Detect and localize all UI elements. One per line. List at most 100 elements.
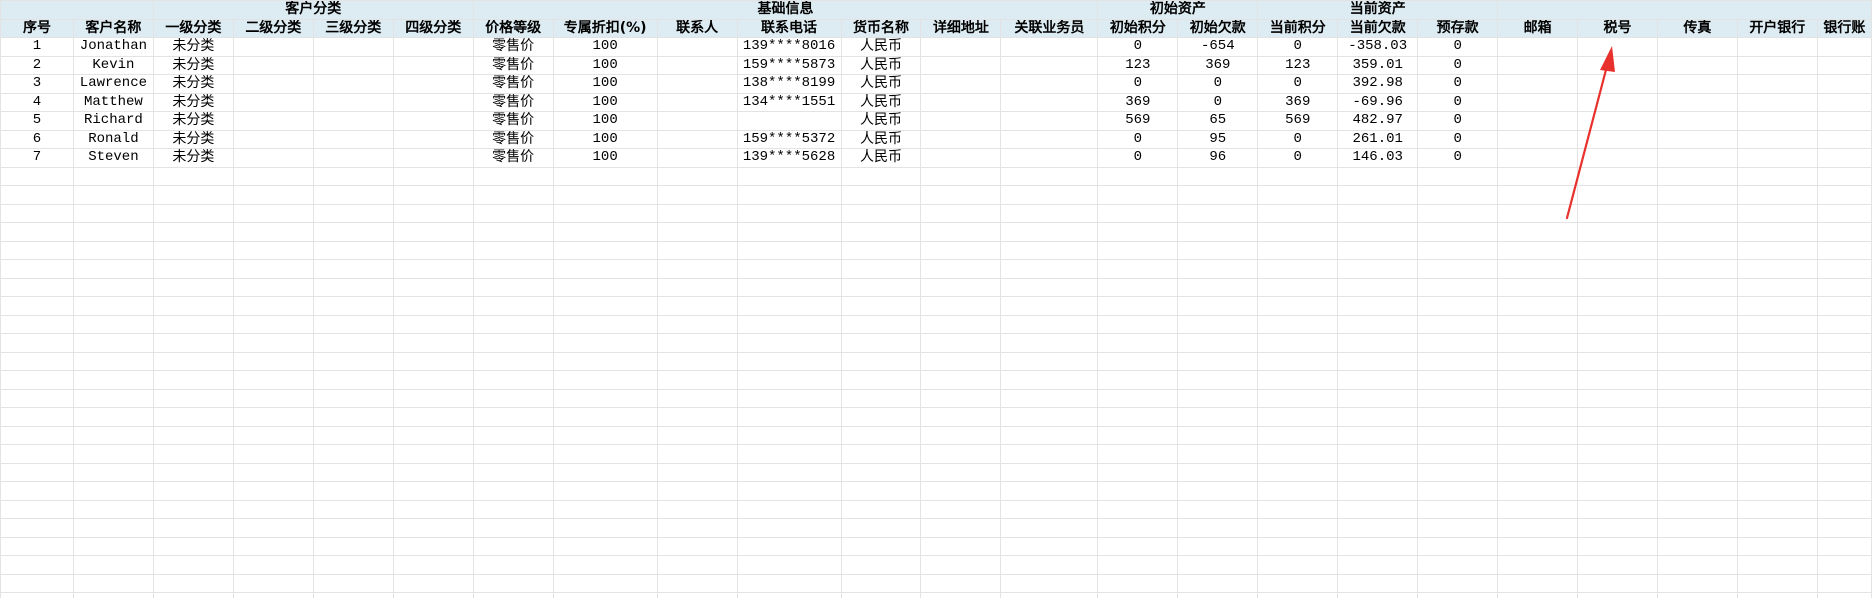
- table-cell[interactable]: [312, 425, 394, 445]
- table-cell[interactable]: [552, 462, 658, 482]
- table-cell[interactable]: [656, 166, 738, 186]
- table-cell[interactable]: [656, 74, 738, 94]
- table-cell[interactable]: [152, 444, 234, 464]
- table-cell[interactable]: [1577, 481, 1658, 501]
- table-cell[interactable]: [1257, 259, 1339, 279]
- table-cell[interactable]: [0, 481, 74, 501]
- table-cell[interactable]: [232, 259, 314, 279]
- table-cell[interactable]: [1097, 555, 1179, 575]
- table-cell[interactable]: [1497, 351, 1579, 371]
- table-cell[interactable]: [1417, 425, 1499, 445]
- table-cell[interactable]: [1497, 555, 1579, 575]
- column-header[interactable]: 专属折扣(%): [552, 18, 658, 38]
- table-cell[interactable]: 139****8016: [736, 37, 842, 57]
- table-cell[interactable]: [1656, 240, 1738, 260]
- table-cell[interactable]: 2: [0, 55, 74, 75]
- table-cell[interactable]: [1257, 166, 1339, 186]
- table-cell[interactable]: [736, 407, 842, 427]
- table-cell[interactable]: [472, 462, 554, 482]
- table-cell[interactable]: 369: [1177, 55, 1259, 75]
- table-cell[interactable]: [312, 92, 394, 112]
- table-cell[interactable]: [736, 425, 842, 445]
- table-cell[interactable]: [232, 129, 314, 149]
- table-cell[interactable]: [1177, 370, 1259, 390]
- table-cell[interactable]: 1: [0, 37, 74, 57]
- table-cell[interactable]: [920, 222, 1002, 242]
- table-cell[interactable]: 392.98: [1337, 74, 1419, 94]
- table-cell[interactable]: [552, 166, 658, 186]
- table-cell[interactable]: 100: [552, 92, 658, 112]
- table-cell[interactable]: [1577, 185, 1658, 205]
- table-cell[interactable]: [72, 555, 154, 575]
- table-cell[interactable]: [0, 203, 74, 223]
- table-cell[interactable]: [232, 536, 314, 556]
- table-cell[interactable]: [312, 351, 394, 371]
- table-cell[interactable]: [1000, 129, 1099, 149]
- table-cell[interactable]: [1497, 481, 1579, 501]
- table-cell[interactable]: [312, 592, 394, 598]
- table-cell[interactable]: [1497, 333, 1579, 353]
- table-cell[interactable]: [312, 370, 394, 390]
- table-cell[interactable]: [1417, 499, 1499, 519]
- table-cell[interactable]: [1656, 592, 1738, 598]
- table-cell[interactable]: 0: [1177, 74, 1259, 94]
- table-cell[interactable]: [1656, 536, 1738, 556]
- table-cell[interactable]: [1816, 240, 1872, 260]
- table-cell[interactable]: [1656, 481, 1738, 501]
- table-cell[interactable]: [656, 92, 738, 112]
- table-cell[interactable]: [472, 333, 554, 353]
- table-cell[interactable]: [72, 351, 154, 371]
- table-cell[interactable]: [232, 388, 314, 408]
- table-cell[interactable]: [1417, 240, 1499, 260]
- table-cell[interactable]: [0, 314, 74, 334]
- table-cell[interactable]: [232, 462, 314, 482]
- table-cell[interactable]: [1656, 555, 1738, 575]
- table-cell[interactable]: [72, 314, 154, 334]
- table-cell[interactable]: [1000, 425, 1099, 445]
- table-cell[interactable]: [840, 555, 922, 575]
- table-cell[interactable]: [152, 481, 234, 501]
- table-cell[interactable]: [1337, 240, 1419, 260]
- table-cell[interactable]: [656, 370, 738, 390]
- table-cell[interactable]: [920, 55, 1002, 75]
- table-cell[interactable]: [1577, 92, 1658, 112]
- table-cell[interactable]: 0: [1417, 55, 1499, 75]
- table-cell[interactable]: [1736, 240, 1818, 260]
- table-cell[interactable]: [1337, 462, 1419, 482]
- table-cell[interactable]: [1257, 222, 1339, 242]
- table-cell[interactable]: [72, 203, 154, 223]
- table-cell[interactable]: [472, 407, 554, 427]
- table-cell[interactable]: [1417, 277, 1499, 297]
- table-cell[interactable]: [1816, 407, 1872, 427]
- table-cell[interactable]: [152, 166, 234, 186]
- table-cell[interactable]: [1097, 259, 1179, 279]
- table-cell[interactable]: [1577, 222, 1658, 242]
- table-cell[interactable]: [552, 444, 658, 464]
- table-cell[interactable]: [312, 314, 394, 334]
- table-cell[interactable]: [1497, 592, 1579, 598]
- table-cell[interactable]: [1577, 37, 1658, 57]
- table-cell[interactable]: 123: [1097, 55, 1179, 75]
- table-cell[interactable]: [552, 555, 658, 575]
- table-cell[interactable]: [1816, 370, 1872, 390]
- table-cell[interactable]: 零售价: [472, 74, 554, 94]
- table-cell[interactable]: [1816, 499, 1872, 519]
- table-cell[interactable]: 未分类: [152, 129, 234, 149]
- table-cell[interactable]: [656, 129, 738, 149]
- table-cell[interactable]: [552, 314, 658, 334]
- table-cell[interactable]: [0, 462, 74, 482]
- table-cell[interactable]: [392, 370, 474, 390]
- table-cell[interactable]: [1417, 555, 1499, 575]
- table-cell[interactable]: [1177, 388, 1259, 408]
- table-cell[interactable]: [1337, 573, 1419, 593]
- column-header[interactable]: 一级分类: [152, 18, 234, 38]
- table-cell[interactable]: [656, 111, 738, 131]
- table-cell[interactable]: [840, 592, 922, 598]
- table-cell[interactable]: [1000, 555, 1099, 575]
- table-cell[interactable]: [736, 259, 842, 279]
- table-cell[interactable]: 0: [1177, 92, 1259, 112]
- table-cell[interactable]: [1577, 259, 1658, 279]
- table-cell[interactable]: [472, 481, 554, 501]
- table-cell[interactable]: [1000, 481, 1099, 501]
- table-cell[interactable]: [1177, 203, 1259, 223]
